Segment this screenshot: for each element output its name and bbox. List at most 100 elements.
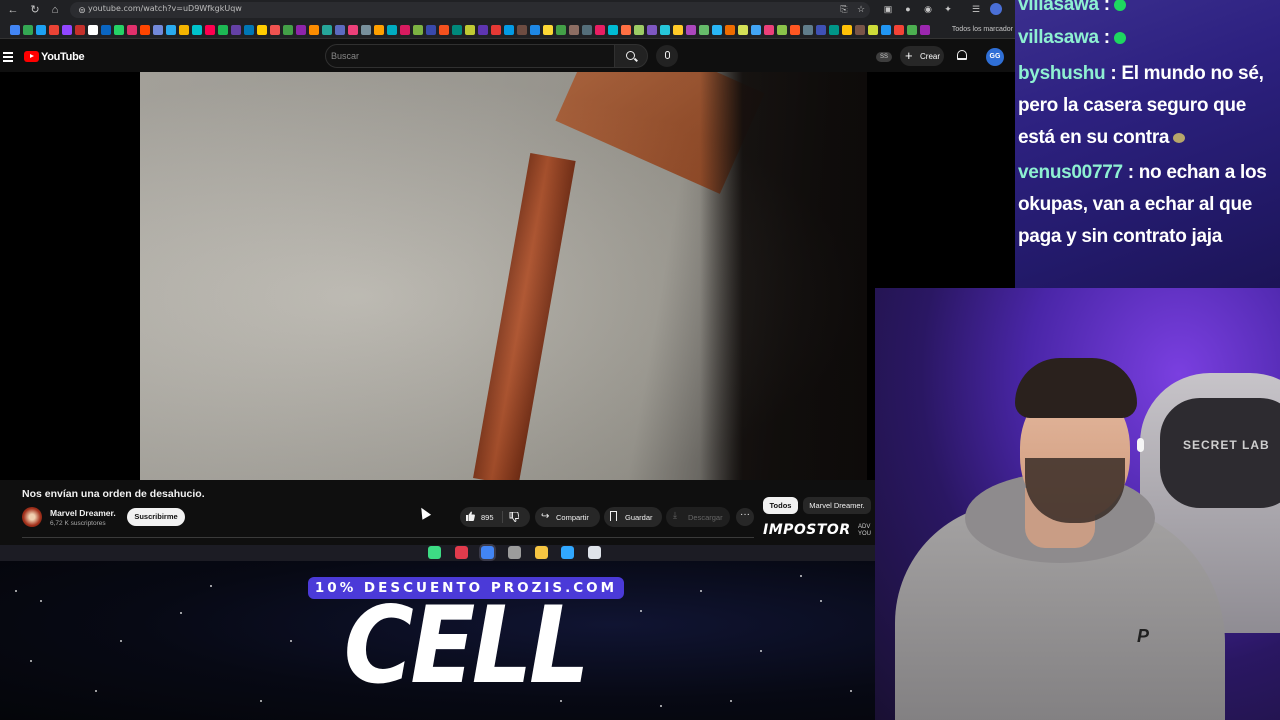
all-bookmarks-label[interactable]: Todos los marcador: [952, 26, 1013, 33]
dislike-icon[interactable]: [509, 512, 519, 522]
bookmark-icon[interactable]: [101, 25, 111, 35]
bookmark-icon[interactable]: [556, 25, 566, 35]
reload-icon[interactable]: ↻: [28, 3, 42, 17]
bookmark-icon[interactable]: [270, 25, 280, 35]
bookmark-icon[interactable]: [868, 25, 878, 35]
bookmark-icon[interactable]: [543, 25, 553, 35]
bookmark-icon[interactable]: [725, 25, 735, 35]
channel-name[interactable]: Marvel Dreamer.: [50, 508, 116, 518]
bookmark-icon[interactable]: [608, 25, 618, 35]
bookmark-icon[interactable]: [166, 25, 176, 35]
bookmark-icon[interactable]: [49, 25, 59, 35]
bookmark-icon[interactable]: [686, 25, 696, 35]
bookmark-icon[interactable]: [439, 25, 449, 35]
bookmark-icon[interactable]: [257, 25, 267, 35]
bookmark-icon[interactable]: [894, 25, 904, 35]
bookmark-icon[interactable]: [621, 25, 631, 35]
bookmark-icon[interactable]: [920, 25, 930, 35]
subscribe-button[interactable]: Suscribirme: [127, 508, 185, 526]
hamburger-menu-icon[interactable]: [3, 52, 13, 62]
like-count[interactable]: 895: [481, 513, 494, 522]
bookmark-icon[interactable]: [660, 25, 670, 35]
bookmark-icon[interactable]: [452, 25, 462, 35]
bookmark-icon[interactable]: [400, 25, 410, 35]
bookmark-icon[interactable]: [192, 25, 202, 35]
youtube-logo-text[interactable]: YouTube: [41, 51, 85, 63]
bookmark-icon[interactable]: [829, 25, 839, 35]
bookmark-icon[interactable]: [881, 25, 891, 35]
bookmark-icon[interactable]: [595, 25, 605, 35]
filter-chip-channel[interactable]: Marvel Dreamer.: [803, 497, 871, 514]
bookmark-icon[interactable]: [816, 25, 826, 35]
account-avatar[interactable]: GG: [986, 48, 1004, 66]
bookmark-icon[interactable]: [478, 25, 488, 35]
tab-search-icon[interactable]: ☰: [970, 3, 982, 15]
bookmark-icon[interactable]: [296, 25, 306, 35]
bookmark-icon[interactable]: [309, 25, 319, 35]
bookmark-icon[interactable]: [907, 25, 917, 35]
bookmark-icon[interactable]: [23, 25, 33, 35]
search-input[interactable]: [325, 44, 617, 68]
install-icon[interactable]: ⎘: [838, 3, 850, 15]
bookmark-icon[interactable]: [348, 25, 358, 35]
bookmark-icon[interactable]: [777, 25, 787, 35]
photoshop-icon[interactable]: [561, 546, 574, 559]
youtube-logo-icon[interactable]: [24, 51, 39, 62]
bookmark-icon[interactable]: [582, 25, 592, 35]
app-icon[interactable]: [588, 546, 601, 559]
more-actions-button[interactable]: ···: [736, 508, 754, 526]
recommended-thumbnail-title[interactable]: IMPOSTOR: [763, 522, 851, 538]
bookmark-icon[interactable]: [244, 25, 254, 35]
bookmark-icon[interactable]: [140, 25, 150, 35]
bookmark-icon[interactable]: [634, 25, 644, 35]
bookmark-icon[interactable]: [712, 25, 722, 35]
bookmark-icon[interactable]: [569, 25, 579, 35]
bookmark-icon[interactable]: [75, 25, 85, 35]
profile-icon[interactable]: [990, 3, 1002, 15]
bookmark-icon[interactable]: [127, 25, 137, 35]
bookmark-icon[interactable]: [231, 25, 241, 35]
bookmark-icon[interactable]: [10, 25, 20, 35]
extensions-puzzle-icon[interactable]: ✦: [942, 3, 954, 15]
url-text[interactable]: youtube.com/watch?v=uD9WfkgkUqw: [88, 4, 242, 13]
bookmark-icon[interactable]: [517, 25, 527, 35]
bookmark-icon[interactable]: [530, 25, 540, 35]
channel-avatar[interactable]: [22, 507, 42, 527]
bookmark-icon[interactable]: [374, 25, 384, 35]
bookmark-icon[interactable]: [673, 25, 683, 35]
bookmark-icon[interactable]: [699, 25, 709, 35]
chrome-icon[interactable]: [481, 546, 494, 559]
bookmark-icon[interactable]: [335, 25, 345, 35]
filter-chip-all[interactable]: Todos: [763, 497, 798, 514]
extension-icon[interactable]: ◉: [922, 3, 934, 15]
bookmark-icon[interactable]: [491, 25, 501, 35]
file-explorer-icon[interactable]: [535, 546, 548, 559]
cast-badge[interactable]: SS: [876, 52, 892, 62]
bookmark-icon[interactable]: [153, 25, 163, 35]
bookmark-icon[interactable]: [387, 25, 397, 35]
bookmark-icon[interactable]: [88, 25, 98, 35]
extension-icon[interactable]: ▣: [882, 3, 894, 15]
bookmark-icon[interactable]: [738, 25, 748, 35]
bookmark-icon[interactable]: [855, 25, 865, 35]
home-icon[interactable]: ⌂: [48, 3, 62, 17]
opera-gx-icon[interactable]: [455, 546, 468, 559]
back-icon[interactable]: ←: [6, 3, 20, 17]
notifications-bell-icon[interactable]: [957, 50, 967, 60]
bookmark-icon[interactable]: [283, 25, 293, 35]
bookmark-icon[interactable]: [413, 25, 423, 35]
bookmark-icon[interactable]: [504, 25, 514, 35]
bookmark-icon[interactable]: [322, 25, 332, 35]
video-frame[interactable]: [140, 72, 867, 480]
bookmark-icon[interactable]: [205, 25, 215, 35]
bookmark-icon[interactable]: [36, 25, 46, 35]
bookmark-icon[interactable]: [764, 25, 774, 35]
android-icon[interactable]: [428, 546, 441, 559]
obs-icon[interactable]: [508, 546, 521, 559]
bookmark-icon[interactable]: [361, 25, 371, 35]
bookmark-icon[interactable]: [803, 25, 813, 35]
bookmark-icon[interactable]: [790, 25, 800, 35]
bookmark-icon[interactable]: [62, 25, 72, 35]
bookmark-icon[interactable]: [218, 25, 228, 35]
bookmark-icon[interactable]: [751, 25, 761, 35]
